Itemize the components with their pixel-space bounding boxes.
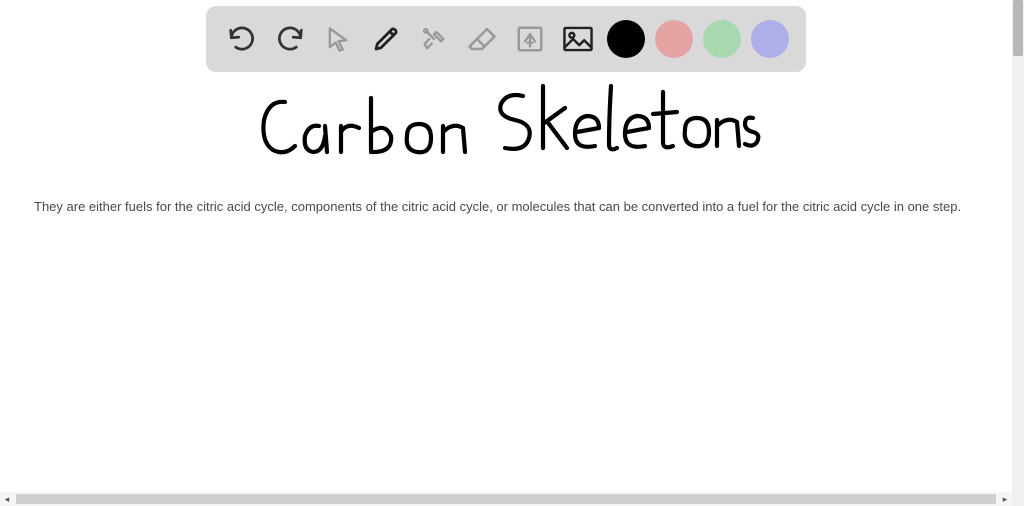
- color-red[interactable]: [655, 20, 693, 58]
- image-tool[interactable]: [554, 15, 602, 63]
- tools-icon: [420, 25, 448, 53]
- hscroll-right[interactable]: ▸: [998, 492, 1012, 506]
- color-green[interactable]: [703, 20, 741, 58]
- text-tool[interactable]: [506, 15, 554, 63]
- color-black[interactable]: [607, 20, 645, 58]
- color-purple[interactable]: [751, 20, 789, 58]
- eraser-tool[interactable]: [458, 15, 506, 63]
- hscroll-track[interactable]: [16, 494, 996, 504]
- horizontal-scrollbar[interactable]: ◂ ▸: [0, 492, 1012, 506]
- vertical-scroll-thumb[interactable]: [1013, 0, 1023, 56]
- vertical-scrollbar[interactable]: [1012, 0, 1024, 492]
- body-text: They are either fuels for the citric aci…: [34, 198, 978, 216]
- redo-button[interactable]: [266, 15, 314, 63]
- canvas-viewport: Carbon Skeletons: [0, 0, 1012, 492]
- undo-icon: [227, 24, 257, 54]
- tools-button[interactable]: [410, 15, 458, 63]
- eraser-icon: [467, 24, 497, 54]
- undo-button[interactable]: [218, 15, 266, 63]
- image-icon: [562, 25, 594, 53]
- redo-icon: [275, 24, 305, 54]
- scroll-corner: [1012, 492, 1024, 506]
- pointer-tool[interactable]: [314, 15, 362, 63]
- text-icon: [515, 24, 545, 54]
- hscroll-left[interactable]: ◂: [0, 492, 14, 506]
- pen-icon: [371, 24, 401, 54]
- handwritten-title: Carbon Skeletons: [251, 78, 761, 176]
- pointer-icon: [324, 25, 352, 53]
- toolbar: [206, 6, 806, 72]
- pen-tool[interactable]: [362, 15, 410, 63]
